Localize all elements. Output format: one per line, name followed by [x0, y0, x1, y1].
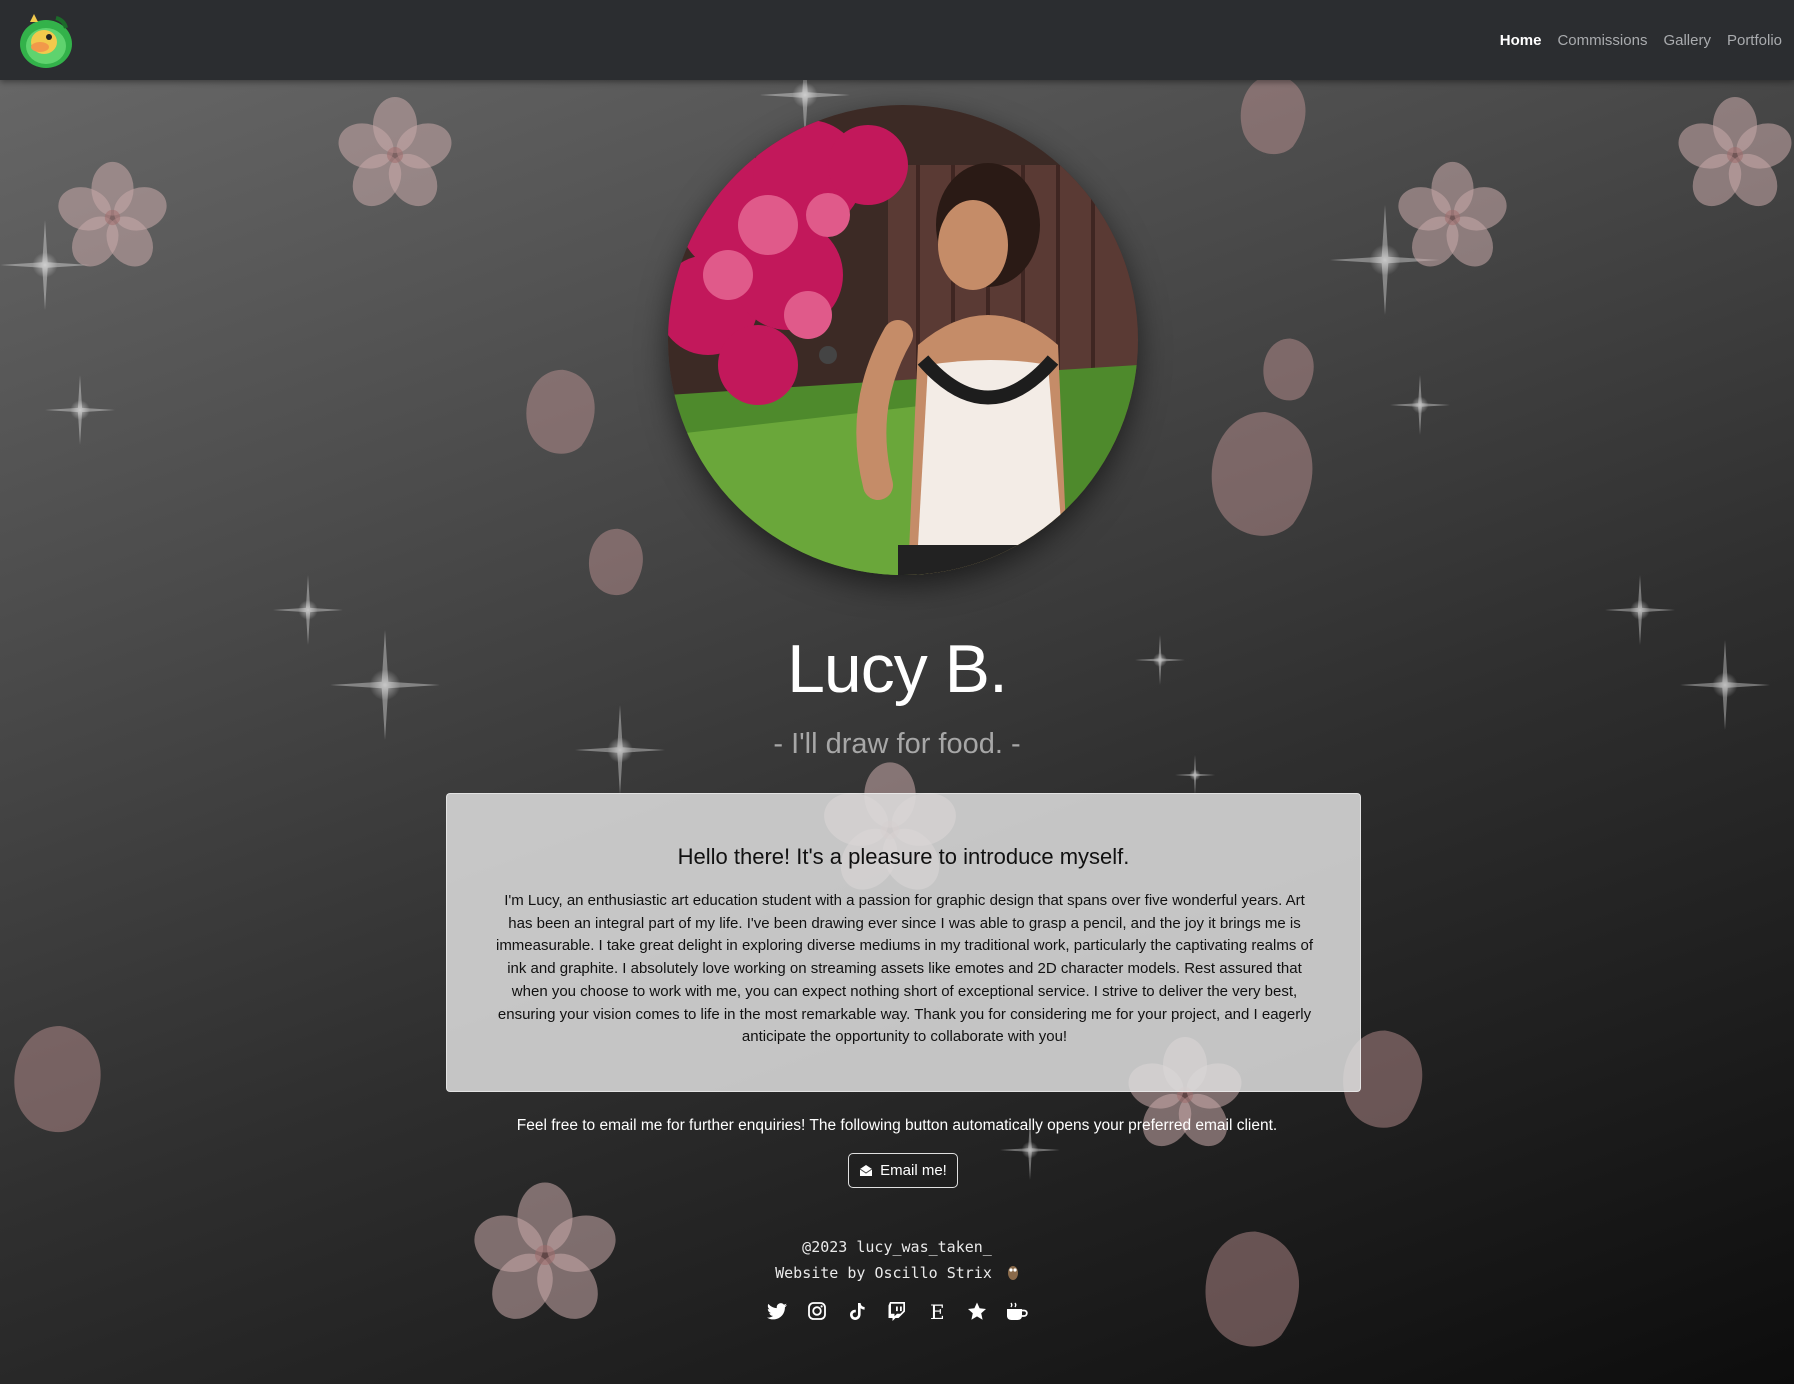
nav-links: Home Commissions Gallery Portfolio	[1492, 0, 1790, 80]
twitter-icon[interactable]	[766, 1300, 788, 1322]
credit-text: Website by Oscillo Strix	[775, 1264, 992, 1282]
svg-text:E: E	[930, 1302, 945, 1321]
star-icon[interactable]	[966, 1300, 988, 1322]
profile-photo	[668, 105, 1138, 575]
intro-card: Hello there! It's a pleasure to introduc…	[446, 793, 1361, 1092]
tagline: - I'll draw for food. -	[773, 728, 1021, 760]
nav-portfolio[interactable]: Portfolio	[1719, 32, 1790, 49]
owl-icon	[1007, 1266, 1018, 1280]
social-links: E	[0, 1300, 1794, 1322]
intro-heading: Hello there! It's a pleasure to introduc…	[677, 844, 1130, 869]
etsy-icon[interactable]: E	[926, 1300, 948, 1322]
email-note: Feel free to email me for further enquir…	[516, 1117, 1278, 1134]
tiktok-icon[interactable]	[846, 1300, 868, 1322]
envelope-open-icon	[859, 1165, 873, 1176]
email-me-label: Email me!	[880, 1162, 947, 1179]
mascot-logo[interactable]	[16, 10, 76, 70]
twitch-icon[interactable]	[886, 1300, 908, 1322]
navbar: Home Commissions Gallery Portfolio	[0, 0, 1794, 80]
copyright-text: @2023 lucy_was_taken_	[802, 1238, 992, 1256]
page-title: Lucy B.	[787, 631, 1008, 707]
email-me-button[interactable]: Email me!	[848, 1153, 958, 1188]
instagram-icon[interactable]	[806, 1300, 828, 1322]
ko-fi-icon[interactable]	[1006, 1300, 1028, 1322]
duck-mascot-icon	[20, 14, 72, 68]
intro-body: I'm Lucy, an enthusiastic art education …	[495, 892, 1314, 1046]
nav-home[interactable]: Home	[1492, 32, 1550, 49]
website-credit: Website by Oscillo Strix	[0, 1264, 1794, 1282]
nav-gallery[interactable]: Gallery	[1655, 32, 1719, 49]
nav-commissions[interactable]: Commissions	[1549, 32, 1655, 49]
